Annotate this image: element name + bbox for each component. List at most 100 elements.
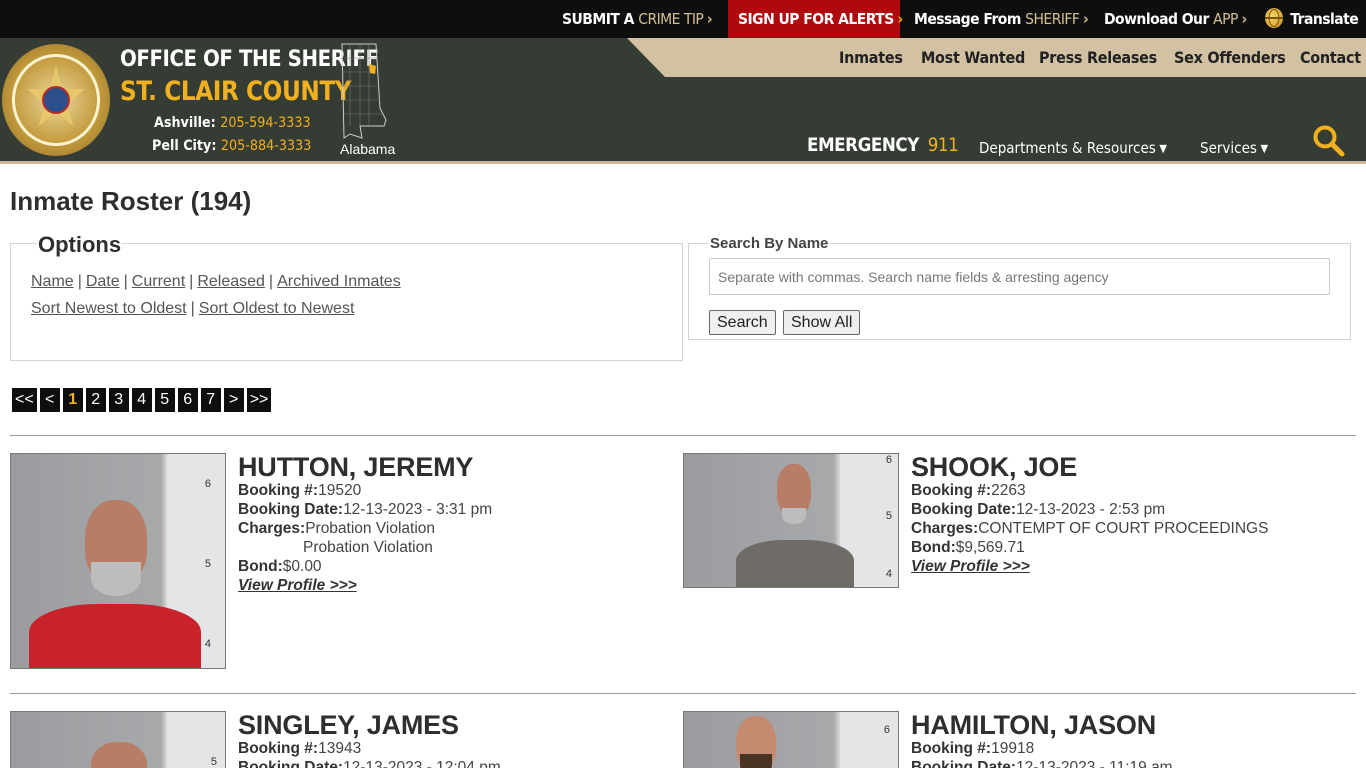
chevron-right-icon: › <box>1241 10 1247 28</box>
inmate-beard <box>782 508 806 524</box>
emergency-number: EMERGENCY 911 <box>807 134 959 156</box>
divider <box>10 435 1356 436</box>
page-2[interactable]: 2 <box>85 388 106 412</box>
filter-name-link[interactable]: Name <box>31 273 74 290</box>
ruler-mark: 5 <box>210 756 217 768</box>
alabama-map-icon <box>341 43 387 139</box>
page-3[interactable]: 3 <box>108 388 129 412</box>
search-icon[interactable] <box>1312 124 1346 158</box>
charges: Charges:CONTEMPT OF COURT PROCEEDINGS <box>911 520 1268 538</box>
pell-number[interactable]: 205-884-3333 <box>221 138 311 154</box>
chevron-down-icon: ▼ <box>1260 142 1269 155</box>
top-utility-bar: SUBMIT A CRIME TIP › SIGN UP FOR ALERTS › … <box>0 0 1366 38</box>
inmate-name[interactable]: SHOOK, JOE <box>911 452 1077 483</box>
chevron-right-icon: › <box>897 10 903 28</box>
inmate-face <box>91 742 147 768</box>
download-app-link[interactable]: Download Our APP › <box>1104 0 1247 38</box>
nav-sex-offenders[interactable]: Sex Offenders <box>1174 48 1286 67</box>
search-panel: Search By Name Search Show All <box>688 235 1351 340</box>
crime-tip-text: SUBMIT A <box>562 10 634 28</box>
chevron-right-icon: › <box>706 10 713 28</box>
page-first[interactable]: << <box>12 388 37 412</box>
inmate-name[interactable]: SINGLEY, JAMES <box>238 710 459 741</box>
crime-tip-accent: CRIME TIP <box>638 10 704 28</box>
booking-number: Booking #:19520 <box>238 482 361 500</box>
ashville-phone: Ashville: 205-594-3333 <box>154 115 311 131</box>
separator: | <box>189 273 194 290</box>
sign-up-alerts-link[interactable]: SIGN UP FOR ALERTS › <box>728 0 903 38</box>
height-ruler <box>840 712 898 768</box>
services-dropdown[interactable]: Services ▼ <box>1200 139 1268 157</box>
search-name-input[interactable] <box>709 258 1330 295</box>
filter-date-link[interactable]: Date <box>86 273 120 290</box>
message-accent: SHERIFF <box>1025 10 1080 28</box>
pell-label: Pell City: <box>152 138 217 154</box>
page-title: Inmate Roster (194) <box>10 186 252 216</box>
booking-date-value: 12-13-2023 - 3:31 pm <box>343 501 493 518</box>
chevron-right-icon: › <box>1082 10 1089 28</box>
departments-dropdown[interactable]: Departments & Resources ▼ <box>979 139 1167 157</box>
page-5[interactable]: 5 <box>154 388 175 412</box>
options-title: Options <box>37 232 123 258</box>
booking-number: Booking #:13943 <box>238 740 361 758</box>
page-1[interactable]: 1 <box>62 388 83 412</box>
charges-continued: Probation Violation <box>303 539 433 557</box>
translate-text: Translate <box>1290 10 1359 28</box>
submit-crime-tip-link[interactable]: SUBMIT A CRIME TIP › <box>562 0 713 38</box>
nav-inmates[interactable]: Inmates <box>839 48 903 67</box>
ruler-mark: 4 <box>885 568 892 580</box>
departments-label: Departments & Resources <box>979 139 1156 157</box>
booking-date-label: Booking Date: <box>238 759 344 768</box>
filter-archived-link[interactable]: Archived Inmates <box>277 273 401 290</box>
inmate-beard <box>740 754 772 768</box>
inmate-photo[interactable]: 6 5 4 <box>10 453 226 669</box>
sheriff-badge-logo[interactable] <box>2 44 110 156</box>
emergency-911[interactable]: 911 <box>928 134 959 156</box>
inmate-name[interactable]: HAMILTON, JASON <box>911 710 1156 741</box>
booking-date: Booking Date:12-13-2023 - 2:53 pm <box>911 501 1165 519</box>
page-4[interactable]: 4 <box>131 388 152 412</box>
inmate-name[interactable]: HUTTON, JEREMY <box>238 452 473 483</box>
booking-label: Booking #: <box>238 482 319 499</box>
booking-value: 19520 <box>318 482 362 499</box>
booking-number: Booking #:19918 <box>911 740 1034 758</box>
search-button[interactable]: Search <box>709 310 776 335</box>
inmate-photo[interactable]: 5 <box>10 711 226 768</box>
booking-date: Booking Date:12-13-2023 - 12:04 pm <box>238 759 501 768</box>
show-all-button[interactable]: Show All <box>783 310 861 335</box>
pagination: << < 1 2 3 4 5 6 7 > >> <box>12 388 272 412</box>
booking-date-value: 12-13-2023 - 11:19 am <box>1016 759 1173 768</box>
inmate-photo[interactable]: 6 5 4 <box>683 453 899 588</box>
nav-press-releases[interactable]: Press Releases <box>1039 48 1157 67</box>
translate-link[interactable]: Translate <box>1265 0 1359 38</box>
county-title: ST. CLAIR COUNTY <box>120 76 352 107</box>
alerts-text: SIGN UP FOR ALERTS <box>738 10 894 28</box>
charge-value: Probation Violation <box>305 520 436 537</box>
page-next[interactable]: > <box>223 388 244 412</box>
view-profile-link[interactable]: View Profile >>> <box>238 577 357 595</box>
bond-label: Bond: <box>238 558 283 575</box>
page-7[interactable]: 7 <box>200 388 221 412</box>
view-profile-link[interactable]: View Profile >>> <box>911 558 1030 576</box>
ruler-mark: 5 <box>885 510 892 522</box>
inmate-beard <box>91 562 141 596</box>
booking-number: Booking #:2263 <box>911 482 1026 500</box>
booking-date: Booking Date:12-13-2023 - 3:31 pm <box>238 501 492 519</box>
sort-newest-link[interactable]: Sort Newest to Oldest <box>31 300 187 317</box>
nav-contact[interactable]: Contact <box>1300 48 1361 67</box>
charges: Charges:Probation Violation <box>238 520 435 538</box>
filter-released-link[interactable]: Released <box>197 273 265 290</box>
nav-most-wanted[interactable]: Most Wanted <box>921 48 1025 67</box>
map-label: Alabama <box>340 141 396 157</box>
page-6[interactable]: 6 <box>177 388 198 412</box>
download-accent: APP <box>1213 10 1238 28</box>
page-prev[interactable]: < <box>39 388 60 412</box>
ashville-number[interactable]: 205-594-3333 <box>220 115 310 131</box>
charges-label: Charges: <box>911 520 979 537</box>
message-from-sheriff-link[interactable]: Message From SHERIFF › <box>914 0 1089 38</box>
options-panel: Options Name | Date | Current | Released | Archi… <box>10 232 683 361</box>
filter-current-link[interactable]: Current <box>132 273 185 290</box>
page-last[interactable]: >> <box>246 388 272 412</box>
sort-oldest-link[interactable]: Sort Oldest to Newest <box>199 300 355 317</box>
inmate-photo[interactable]: 6 <box>683 711 899 768</box>
